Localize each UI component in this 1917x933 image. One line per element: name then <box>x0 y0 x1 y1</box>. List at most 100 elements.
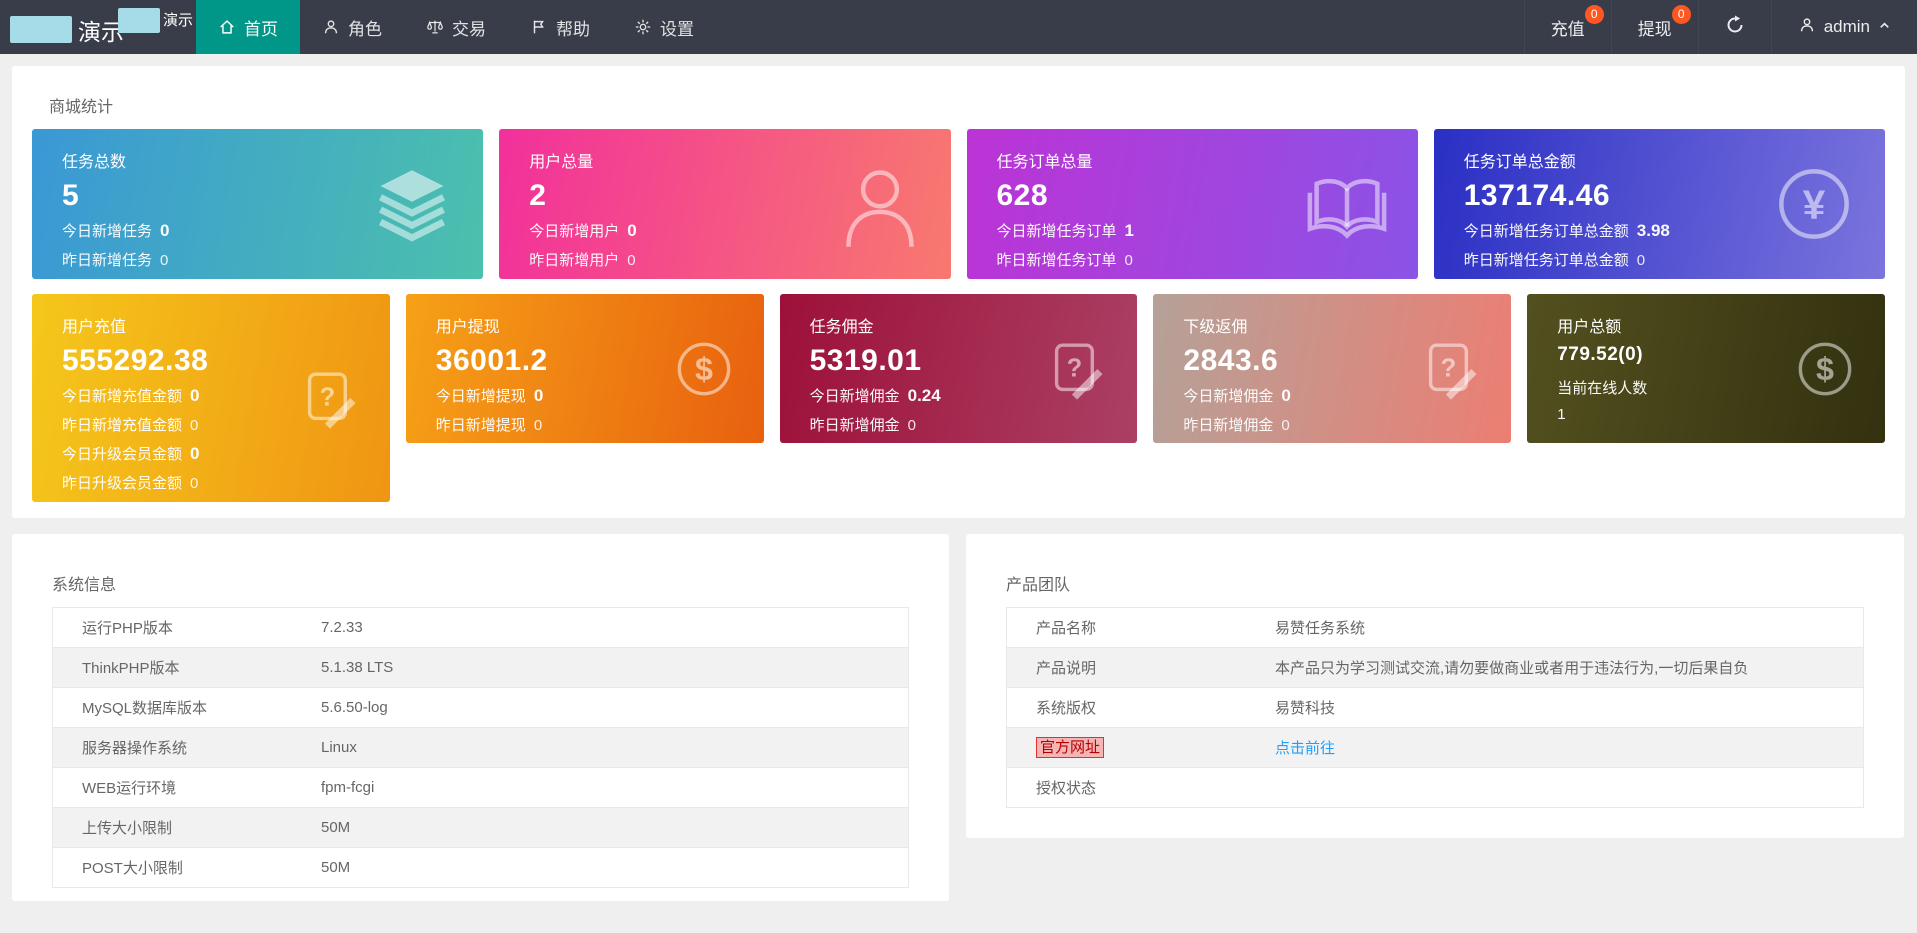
stat-card-line: 昨日新增佣金0 <box>1183 414 1511 435</box>
table-row: 运行PHP版本7.2.33 <box>53 608 909 648</box>
dollar-icon: $ <box>1791 335 1859 403</box>
info-value <box>1275 768 1864 808</box>
info-value: fpm-fcgi <box>321 768 909 808</box>
stat-line-value: 1 <box>1125 221 1134 241</box>
nav-item-3[interactable]: 交易 <box>404 0 508 54</box>
info-value: 易赞任务系统 <box>1275 608 1864 648</box>
info-label: 服务器操作系统 <box>53 728 322 768</box>
nav-item-2[interactable]: 角色 <box>300 0 404 54</box>
stat-line-value: 0 <box>627 221 636 241</box>
nav-item-label: 设置 <box>660 15 694 40</box>
visit-link[interactable]: 点击前往 <box>1275 740 1335 757</box>
stat-card: 用户总量2今日新增用户0昨日新增用户0 <box>499 129 950 279</box>
stat-card-line: 昨日升级会员金额 0 <box>62 472 390 493</box>
info-label: 运行PHP版本 <box>53 608 322 648</box>
stat-card-title: 下级返佣 <box>1183 313 1511 337</box>
user-icon <box>835 159 925 249</box>
stat-line-label: 今日新增充值金额 <box>62 385 182 406</box>
main-nav: 首页角色交易 帮助 设置 <box>196 0 716 54</box>
stat-line-value: 0.24 <box>908 386 941 406</box>
stat-line-label: 昨日新增用户 <box>529 249 619 270</box>
layers-icon <box>367 159 457 249</box>
stat-card-title: 用户总额 <box>1557 313 1885 337</box>
book-icon <box>1302 159 1392 249</box>
info-label: 官方网址 <box>1007 728 1276 768</box>
product-team-table: 产品名称易赞任务系统产品说明本产品只为学习测试交流,请勿要做商业或者用于违法行为… <box>1006 607 1864 808</box>
info-value: 50M <box>321 808 909 848</box>
stats-panel: 商城统计 任务总数5今日新增任务0昨日新增任务0用户总量2今日新增用户0昨日新增… <box>12 66 1905 518</box>
topbar: 演示 演示 首页角色交易帮助设置 充值0提现0admin <box>0 0 1917 54</box>
user-menu[interactable]: admin <box>1771 0 1917 54</box>
svg-text:?: ? <box>319 384 335 412</box>
stat-line-label: 昨日新增任务订单 <box>997 249 1117 270</box>
dollar-icon: $ <box>670 335 738 403</box>
edit-question-icon: ? <box>296 364 364 432</box>
nav-item-1[interactable]: 首页 <box>196 0 300 54</box>
nav-item-4[interactable]: 帮助 <box>508 0 612 54</box>
count-badge: 0 <box>1672 5 1691 24</box>
stat-line-label: 今日新增佣金 <box>810 385 900 406</box>
nav-item-label: 帮助 <box>556 15 590 40</box>
recharge-button[interactable]: 充值0 <box>1524 0 1611 54</box>
info-value: 5.1.38 LTS <box>321 648 909 688</box>
person-icon <box>1798 16 1816 39</box>
svg-text:$: $ <box>1816 351 1834 387</box>
stat-line-label: 今日新增任务订单 <box>997 220 1117 241</box>
table-row: 产品说明本产品只为学习测试交流,请勿要做商业或者用于违法行为,一切后果自负 <box>1007 648 1864 688</box>
stat-card-title: 用户提现 <box>436 313 764 337</box>
stat-line-value: 0 <box>1125 252 1133 269</box>
stat-card-line: 昨日新增任务订单 0 <box>997 249 1418 270</box>
stat-line-label: 昨日新增任务 <box>62 249 152 270</box>
stat-card-title: 任务佣金 <box>810 313 1138 337</box>
stat-line-value: 0 <box>627 252 635 269</box>
withdraw-button[interactable]: 提现0 <box>1611 0 1698 54</box>
info-value: 本产品只为学习测试交流,请勿要做商业或者用于违法行为,一切后果自负 <box>1275 648 1864 688</box>
stat-line-value: 0 <box>908 417 916 434</box>
flag-icon <box>530 18 548 36</box>
stat-line-value: 0 <box>190 475 198 492</box>
topbar-right: 充值0提现0 admin <box>1524 0 1917 54</box>
info-label: WEB运行环境 <box>53 768 322 808</box>
info-label: 产品说明 <box>1007 648 1276 688</box>
table-row: POST大小限制50M <box>53 848 909 888</box>
stat-card-line: 昨日新增任务订单总金额 0 <box>1464 249 1885 270</box>
info-value: 点击前往 <box>1275 728 1864 768</box>
stat-card: 用户提现36001.2今日新增提现0昨日新增提现0$ <box>406 294 764 443</box>
home-icon <box>218 18 236 36</box>
stat-card: 任务订单总量628今日新增任务订单1昨日新增任务订单0 <box>967 129 1418 279</box>
svg-text:?: ? <box>1441 354 1457 382</box>
masked-logo-2 <box>118 8 160 33</box>
stat-card-line: 1 <box>1557 406 1885 423</box>
stat-card: 任务佣金5319.01今日新增佣金0.24昨日新增佣金0? <box>780 294 1138 443</box>
table-row: WEB运行环境fpm-fcgi <box>53 768 909 808</box>
stat-card-line: 昨日新增提现0 <box>436 414 764 435</box>
chevron-up-icon <box>1878 17 1891 37</box>
table-row: ThinkPHP版本5.1.38 LTS <box>53 648 909 688</box>
stat-line-label: 今日新增佣金 <box>1183 385 1273 406</box>
stat-cards-row-2: 用户充值555292.38今日新增充值金额0昨日新增充值金额0今日升级会员金额0… <box>32 294 1885 502</box>
nav-item-5[interactable]: 设置 <box>612 0 716 54</box>
stat-line-value: 0 <box>160 221 169 241</box>
stat-line-label: 昨日新增任务订单总金额 <box>1464 249 1629 270</box>
scales-icon <box>426 18 444 36</box>
table-row: 服务器操作系统Linux <box>53 728 909 768</box>
refresh-icon <box>1725 15 1745 40</box>
info-label: 授权状态 <box>1007 768 1276 808</box>
stat-card: 任务订单总金额137174.46今日新增任务订单总金额3.98昨日新增任务订单总… <box>1434 129 1885 279</box>
stat-cards-row-1: 任务总数5今日新增任务0昨日新增任务0用户总量2今日新增用户0昨日新增用户0任务… <box>32 129 1885 279</box>
refresh-button[interactable] <box>1698 0 1771 54</box>
edit-question-icon: ? <box>1417 335 1485 403</box>
stat-line-label: 1 <box>1557 406 1565 423</box>
info-value: 7.2.33 <box>321 608 909 648</box>
stat-line-value: 0 <box>1637 252 1645 269</box>
stat-line-label: 今日新增任务 <box>62 220 152 241</box>
stat-line-label: 昨日升级会员金额 <box>62 472 182 493</box>
count-badge: 0 <box>1585 5 1604 24</box>
stat-line-label: 今日升级会员金额 <box>62 443 182 464</box>
edit-question-icon: ? <box>1043 335 1111 403</box>
system-info-panel: 系统信息 运行PHP版本7.2.33ThinkPHP版本5.1.38 LTSMy… <box>12 534 949 901</box>
info-label: 产品名称 <box>1007 608 1276 648</box>
user-name: admin <box>1824 17 1870 37</box>
info-value: Linux <box>321 728 909 768</box>
stat-line-value: 0 <box>1281 417 1289 434</box>
